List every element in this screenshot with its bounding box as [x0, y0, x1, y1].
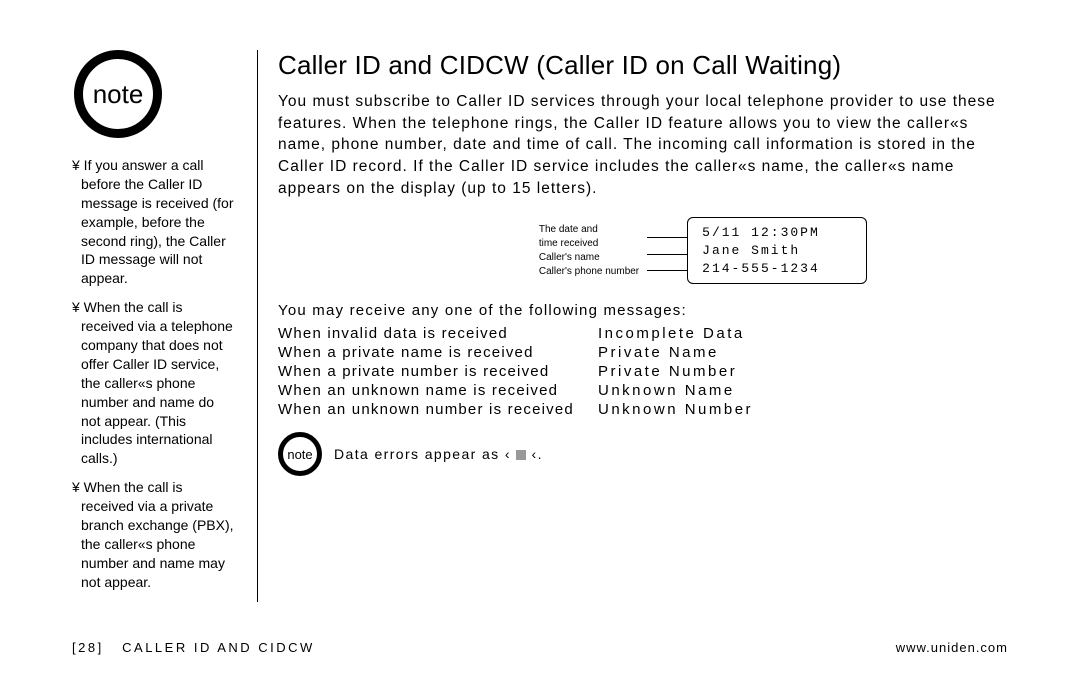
note-badge-icon: note	[74, 50, 162, 138]
table-row: When an unknown number is received Unkno…	[278, 401, 1008, 418]
lcd-line: Jane Smith	[702, 242, 852, 260]
messages-table: When invalid data is received Incomplete…	[278, 325, 1008, 418]
list-item: ¥ When the call is received via a privat…	[72, 478, 237, 591]
footer-url: www.uniden.com	[896, 640, 1008, 655]
footer: [28] CALLER ID AND CIDCW www.uniden.com	[72, 640, 1008, 655]
footer-left: [28] CALLER ID AND CIDCW	[72, 640, 315, 655]
list-item: ¥ If you answer a call before the Caller…	[72, 156, 237, 288]
diagram-label: Caller's phone number	[539, 265, 639, 279]
note-badge-small-icon: note	[278, 432, 322, 476]
messages-intro: You may receive any one of the following…	[278, 302, 1008, 319]
msg-value: Private Number	[598, 363, 737, 380]
page-title: Caller ID and CIDCW (Caller ID on Call W…	[278, 50, 1008, 81]
msg-value: Unknown Name	[598, 382, 735, 399]
list-item: ¥ When the call is received via a teleph…	[72, 298, 237, 468]
sidebar: note ¥ If you answer a call before the C…	[72, 50, 237, 602]
lcd-line: 214-555-1234	[702, 260, 852, 278]
msg-value: Unknown Number	[598, 401, 753, 418]
diagram-label: time received	[539, 237, 639, 251]
table-row: When an unknown name is received Unknown…	[278, 382, 1008, 399]
msg-value: Incomplete Data	[598, 325, 745, 342]
msg-condition: When invalid data is received	[278, 325, 598, 342]
msg-condition: When a private number is received	[278, 363, 598, 380]
sidebar-list: ¥ If you answer a call before the Caller…	[72, 156, 237, 592]
inline-note: note Data errors appear as ‹ ‹.	[278, 432, 1008, 476]
caller-id-diagram: The date and time received Caller's name…	[398, 217, 1008, 284]
msg-condition: When a private name is received	[278, 344, 598, 361]
lcd-display: 5/11 12:30PM Jane Smith 214-555-1234	[687, 217, 867, 284]
msg-condition: When an unknown name is received	[278, 382, 598, 399]
note-badge-label: note	[93, 79, 144, 110]
diagram-lines	[647, 225, 687, 277]
section-title: CALLER ID AND CIDCW	[122, 640, 315, 655]
page-number: [28]	[72, 640, 104, 655]
inline-note-text: Data errors appear as ‹ ‹.	[334, 446, 543, 462]
diagram-label: Caller's name	[539, 251, 639, 265]
diagram-labels: The date and time received Caller's name…	[539, 223, 647, 279]
table-row: When invalid data is received Incomplete…	[278, 325, 1008, 342]
square-icon	[516, 450, 526, 460]
table-row: When a private number is received Privat…	[278, 363, 1008, 380]
diagram-label: The date and	[539, 223, 639, 237]
main-content: Caller ID and CIDCW (Caller ID on Call W…	[257, 50, 1008, 602]
msg-value: Private Name	[598, 344, 719, 361]
msg-condition: When an unknown number is received	[278, 401, 598, 418]
intro-text: You must subscribe to Caller ID services…	[278, 91, 1008, 199]
lcd-line: 5/11 12:30PM	[702, 224, 852, 242]
note-badge-small-label: note	[287, 447, 312, 462]
table-row: When a private name is received Private …	[278, 344, 1008, 361]
page: note ¥ If you answer a call before the C…	[72, 50, 1008, 602]
